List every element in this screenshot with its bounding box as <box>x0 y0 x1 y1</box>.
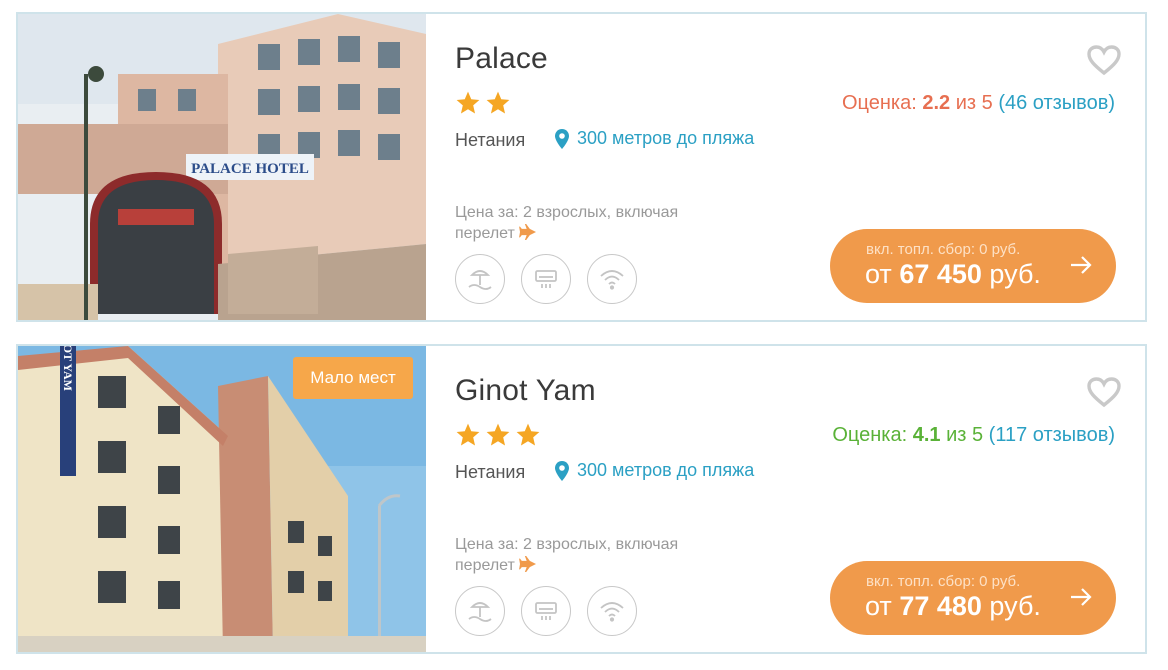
price-for-label: Цена за: 2 взрослых, включая перелет <box>455 204 679 242</box>
reviews-count: 46 отзывов <box>1004 92 1109 114</box>
rating-label: Оценка: <box>832 424 908 446</box>
arrow-right-icon <box>1071 256 1092 274</box>
rating-score: 2.2 <box>922 92 951 114</box>
amenity-wifi <box>587 254 637 304</box>
buy-price-button[interactable]: вкл. топл. сбор: 0 руб. от 77 480 руб. <box>830 561 1116 635</box>
hotel-city: Нетания <box>455 462 526 482</box>
beach-distance[interactable]: 300 метров до пляжа <box>555 460 754 481</box>
star-icon <box>456 423 480 446</box>
star-rating <box>455 422 541 448</box>
beach-distance-text: 300 метров до пляжа <box>577 128 755 148</box>
airplane-icon <box>518 224 536 240</box>
hotel-photo[interactable]: GINOT YAM Мало мест <box>18 346 426 652</box>
price-currency: руб. <box>989 591 1041 621</box>
map-pin-icon <box>555 460 569 481</box>
arrow-right-icon <box>1071 588 1092 606</box>
hotel-photo[interactable]: PALACE HOTEL <box>18 14 426 320</box>
photo-sign-text: GINOT YAM <box>61 346 75 391</box>
price-for-label: Цена за: 2 взрослых, включая перелет <box>455 536 679 574</box>
price-text: от 67 450 руб. <box>865 259 1041 290</box>
beach-icon <box>468 602 492 622</box>
star-icon <box>486 91 510 114</box>
beach-distance-text: 300 метров до пляжа <box>577 460 755 480</box>
price-amount: 77 480 <box>899 591 982 621</box>
buy-price-button[interactable]: вкл. топл. сбор: 0 руб. от 67 450 руб. <box>830 229 1116 303</box>
few-seats-badge: Мало мест <box>293 357 413 399</box>
hotel-card[interactable]: GINOT YAM Мало мест Ginot Yam Оценка: 4.… <box>16 344 1147 654</box>
hotel-rating: Оценка: 4.1 из 5 (117 отзывов) <box>832 424 1115 447</box>
reviews-link[interactable]: (117 отзывов) <box>989 424 1115 446</box>
amenity-beach <box>455 586 505 636</box>
rating-score: 4.1 <box>912 424 941 446</box>
air-conditioner-icon <box>535 602 557 620</box>
hotel-rating: Оценка: 2.2 из 5 (46 отзывов) <box>842 92 1115 115</box>
price-prefix: от <box>865 259 892 289</box>
photo-sign-text: PALACE HOTEL <box>191 161 309 177</box>
wifi-icon <box>600 602 624 622</box>
rating-max: из 5 <box>955 92 993 114</box>
price-text: от 77 480 руб. <box>865 591 1041 622</box>
hotel-name[interactable]: Ginot Yam <box>455 374 596 408</box>
wifi-icon <box>600 270 624 290</box>
favorite-heart-icon[interactable] <box>1086 44 1122 76</box>
amenity-wifi <box>587 586 637 636</box>
beach-icon <box>468 270 492 290</box>
price-prefix: от <box>865 591 892 621</box>
star-icon <box>486 423 510 446</box>
price-for-text: Цена за: 2 взрослых, включая перелет <box>455 534 725 576</box>
beach-distance[interactable]: 300 метров до пляжа <box>555 128 754 149</box>
fuel-fee-text: вкл. топл. сбор: 0 руб. <box>866 241 1021 258</box>
reviews-close-paren: ) <box>1108 424 1115 446</box>
rating-label: Оценка: <box>841 92 917 114</box>
reviews-count: 117 отзывов <box>995 424 1109 446</box>
price-currency: руб. <box>989 259 1041 289</box>
reviews-link[interactable]: (46 отзывов) <box>998 92 1115 114</box>
map-pin-icon <box>555 128 569 149</box>
hotel-name[interactable]: Palace <box>455 42 548 76</box>
star-icon <box>516 423 540 446</box>
rating-max: из 5 <box>946 424 984 446</box>
amenity-air-conditioner <box>521 254 571 304</box>
price-amount: 67 450 <box>899 259 982 289</box>
reviews-close-paren: ) <box>1108 92 1115 114</box>
price-for-text: Цена за: 2 взрослых, включая перелет <box>455 202 725 244</box>
fuel-fee-text: вкл. топл. сбор: 0 руб. <box>866 573 1021 590</box>
airplane-icon <box>518 556 536 572</box>
hotel-card[interactable]: PALACE HOTEL Palace Оценка: 2.2 из 5 (46… <box>16 12 1147 322</box>
star-rating <box>455 90 511 116</box>
hotel-city: Нетания <box>455 130 526 150</box>
reviews-open-paren: ( <box>998 92 1005 114</box>
amenity-air-conditioner <box>521 586 571 636</box>
star-icon <box>456 91 480 114</box>
amenity-beach <box>455 254 505 304</box>
air-conditioner-icon <box>535 270 557 288</box>
favorite-heart-icon[interactable] <box>1086 376 1122 408</box>
